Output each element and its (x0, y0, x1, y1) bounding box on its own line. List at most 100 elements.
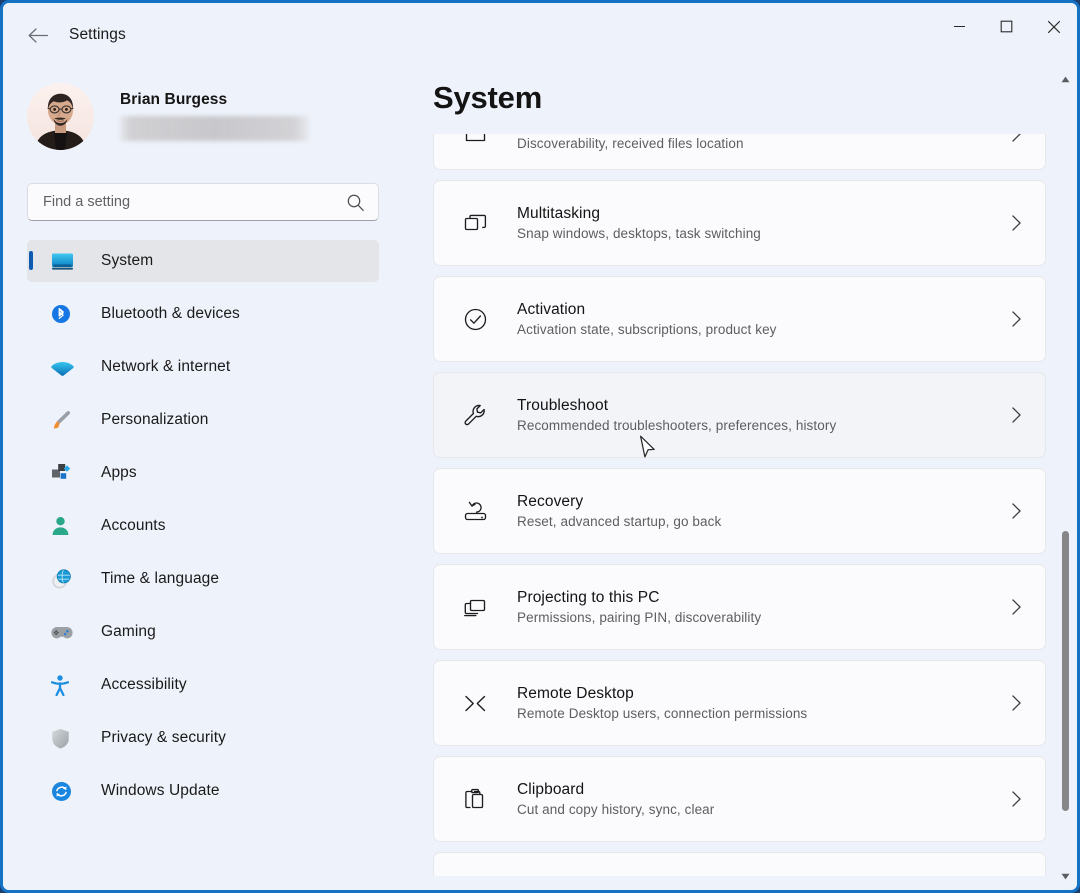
settings-card-list: Nearby sharing Discoverability, received… (416, 67, 1077, 886)
card-title: Remote Desktop (517, 685, 634, 702)
card-text: Troubleshoot Recommended troubleshooters… (517, 397, 836, 433)
card-text: Clipboard Cut and copy history, sync, cl… (517, 781, 714, 817)
card-text: Recovery Reset, advanced startup, go bac… (517, 493, 721, 529)
card-subtitle: Recommended troubleshooters, preferences… (517, 418, 837, 433)
settings-card-remote-desktop[interactable]: Remote Desktop Remote Desktop users, con… (433, 660, 1046, 746)
sidebar-item-label: Accounts (101, 517, 166, 534)
settings-window: Settings Brian Burgess Find a setting Sy… (0, 0, 1080, 893)
scrollbar-track[interactable] (1062, 89, 1069, 865)
sidebar-nav: System Bluetooth & devices Network & int… (27, 240, 416, 812)
projecting-icon (460, 595, 490, 620)
card-subtitle: Remote Desktop users, connection permiss… (517, 706, 808, 721)
sidebar-item-label: Windows Update (101, 782, 220, 799)
settings-card-activation[interactable]: Activation Activation state, subscriptio… (433, 276, 1046, 362)
settings-card-recovery[interactable]: Recovery Reset, advanced startup, go bac… (433, 468, 1046, 554)
person-icon (51, 515, 77, 537)
apps-icon (51, 462, 77, 484)
sidebar-item-windows-update[interactable]: Windows Update (27, 770, 379, 812)
card-title: Recovery (517, 493, 584, 510)
search-icon (346, 193, 365, 212)
sidebar-item-time-language[interactable]: Time & language (27, 558, 379, 600)
recovery-icon (460, 499, 490, 524)
search-box[interactable] (27, 183, 379, 221)
card-text: Activation Activation state, subscriptio… (517, 301, 777, 337)
sidebar-item-label: Personalization (101, 411, 209, 428)
scroll-up-icon[interactable] (1057, 71, 1074, 88)
remote-desktop-icon (460, 691, 490, 716)
maximize-button[interactable] (983, 3, 1030, 50)
sidebar-item-bluetooth-devices[interactable]: Bluetooth & devices (27, 293, 379, 335)
chevron-right-icon (1010, 694, 1023, 713)
sidebar-item-privacy-security[interactable]: Privacy & security (27, 717, 379, 759)
gamepad-icon (51, 621, 77, 643)
sidebar-item-apps[interactable]: Apps (27, 452, 379, 494)
settings-card-projecting-to-this-pc[interactable]: Projecting to this PC Permissions, pairi… (433, 564, 1046, 650)
sidebar-item-accounts[interactable]: Accounts (27, 505, 379, 547)
clock-globe-icon (51, 568, 77, 590)
profile-text: Brian Burgess (120, 91, 309, 141)
main-content: Nearby sharing Discoverability, received… (416, 67, 1077, 890)
sidebar: Brian Burgess Find a setting System Blue… (3, 67, 416, 890)
vertical-scrollbar[interactable] (1057, 67, 1074, 887)
accessibility-icon (51, 674, 77, 696)
window-controls (936, 3, 1077, 50)
settings-card-next-partial[interactable] (433, 852, 1046, 876)
sidebar-item-label: Gaming (101, 623, 156, 640)
chevron-right-icon (1010, 214, 1023, 233)
sidebar-item-label: Network & internet (101, 358, 231, 375)
update-icon (51, 780, 77, 802)
card-subtitle: Reset, advanced startup, go back (517, 514, 722, 529)
sidebar-item-personalization[interactable]: Personalization (27, 399, 379, 441)
minimize-button[interactable] (936, 3, 983, 50)
card-title: Multitasking (517, 205, 601, 222)
card-subtitle: Snap windows, desktops, task switching (517, 226, 761, 241)
sidebar-item-label: Privacy & security (101, 729, 226, 746)
page-title: System (433, 80, 543, 115)
search-input[interactable] (43, 194, 346, 210)
profile-name: Brian Burgess (120, 91, 228, 108)
chevron-right-icon (1010, 502, 1023, 521)
card-text: Remote Desktop Remote Desktop users, con… (517, 685, 807, 721)
card-subtitle: Permissions, pairing PIN, discoverabilit… (517, 610, 762, 625)
paintbrush-icon (51, 409, 77, 431)
clipboard-icon (460, 787, 490, 812)
settings-card-clipboard[interactable]: Clipboard Cut and copy history, sync, cl… (433, 756, 1046, 842)
shield-icon (51, 727, 77, 749)
check-circle-icon (460, 307, 490, 332)
sidebar-item-network-internet[interactable]: Network & internet (27, 346, 379, 388)
close-button[interactable] (1030, 3, 1077, 50)
avatar-photo-icon (27, 82, 94, 150)
monitor-icon (51, 250, 77, 272)
sidebar-item-gaming[interactable]: Gaming (27, 611, 379, 653)
sidebar-item-label: Time & language (101, 570, 220, 587)
sidebar-item-label: Accessibility (101, 676, 187, 693)
avatar (27, 82, 94, 150)
user-profile[interactable]: Brian Burgess (27, 76, 416, 156)
sidebar-item-system[interactable]: System (27, 240, 379, 282)
scrollbar-thumb[interactable] (1062, 531, 1069, 811)
card-title: Activation (517, 301, 586, 318)
chevron-right-icon (1010, 790, 1023, 809)
title-bar: Settings (3, 3, 1077, 67)
app-title: Settings (69, 26, 126, 43)
wrench-icon (460, 403, 490, 428)
sidebar-item-label: System (101, 252, 154, 269)
card-subtitle: Cut and copy history, sync, clear (517, 802, 715, 817)
card-text: Projecting to this PC Permissions, pairi… (517, 589, 761, 625)
profile-email-redacted (120, 116, 309, 141)
card-title: Clipboard (517, 781, 585, 798)
sidebar-item-accessibility[interactable]: Accessibility (27, 664, 379, 706)
card-text: Multitasking Snap windows, desktops, tas… (517, 205, 761, 241)
chevron-right-icon (1010, 310, 1023, 329)
bluetooth-icon (51, 303, 77, 325)
chevron-right-icon (1010, 406, 1023, 425)
scroll-down-icon[interactable] (1057, 868, 1074, 885)
chevron-right-icon (1010, 598, 1023, 617)
wifi-icon (51, 356, 77, 378)
back-button[interactable] (20, 18, 54, 52)
settings-card-troubleshoot[interactable]: Troubleshoot Recommended troubleshooters… (433, 372, 1046, 458)
minimize-icon (954, 25, 965, 28)
sidebar-item-label: Apps (101, 464, 137, 481)
card-subtitle: Activation state, subscriptions, product… (517, 322, 777, 337)
settings-card-multitasking[interactable]: Multitasking Snap windows, desktops, tas… (433, 180, 1046, 266)
